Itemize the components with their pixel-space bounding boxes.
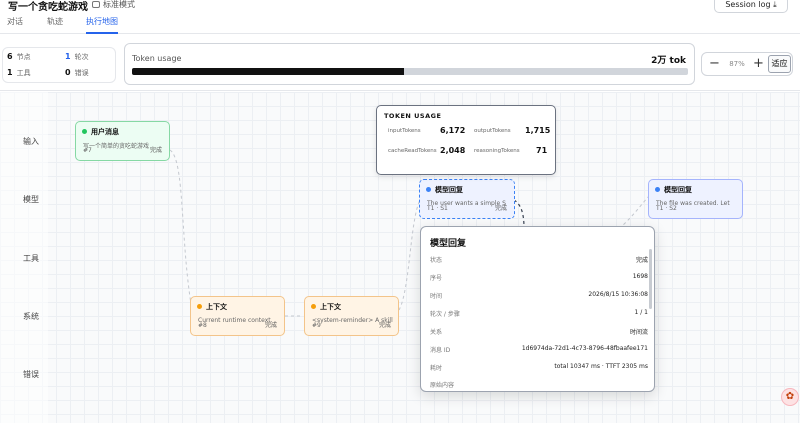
- node-detail-popup: 模型回复 状态 完成 序号 1698 时间 2026/8/15 10:36:08 轮次…: [420, 226, 655, 392]
- status-dot-icon: [197, 304, 202, 309]
- link-user-ctx1: [169, 149, 193, 311]
- node-id: #7: [83, 147, 92, 154]
- detail-title: 模型回复: [430, 239, 467, 249]
- status-dot-icon: [426, 187, 431, 192]
- detail-row-seq: 序号 1698: [430, 273, 648, 282]
- detail-scrollbar[interactable]: [649, 249, 652, 309]
- node-title: 模型回复: [655, 185, 692, 195]
- token-usage-card: TOKEN USAGE inputTokens 6,172 outputToke…: [376, 105, 556, 175]
- output-tokens-value: 1,715: [525, 126, 551, 135]
- detail-row-message-id: 消息 ID 1d6974da-72d1-4c73-8796-48fbaafee17…: [430, 345, 648, 354]
- node-status: 完成: [494, 205, 507, 212]
- cache-read-tokens-label: cacheReadTokens: [388, 148, 437, 154]
- detail-row-round-step: 轮次 / 步骤 1 / 1: [430, 309, 648, 318]
- status-dot-icon: [311, 304, 316, 309]
- detail-row-raw: 原始内容: [430, 382, 455, 389]
- node-status: 完成: [378, 322, 391, 329]
- node-status: 完成: [149, 147, 162, 154]
- node-status: 完成: [264, 322, 277, 329]
- link-ctx2-model1: [398, 199, 421, 311]
- detail-row-status: 状态 完成: [430, 257, 648, 264]
- reasoning-tokens-value: 71: [536, 146, 548, 155]
- detail-row-relation: 关系 时间流: [430, 329, 648, 336]
- cache-read-tokens-value: 2,048: [440, 146, 466, 155]
- detail-row-duration: 耗时 total 10347 ms · TTFT 2305 ms: [430, 363, 648, 372]
- node-model-reply-1[interactable]: 模型回复 The user wants a simple S T1 · S1 完…: [419, 179, 515, 219]
- status-dot-icon: [655, 187, 660, 192]
- input-tokens-value: 6,172: [440, 126, 466, 135]
- node-model-reply-2[interactable]: 模型回复 The file was created. Let T1 · S2: [648, 179, 743, 219]
- node-title: 模型回复: [426, 185, 463, 195]
- node-context-2[interactable]: 上下文 <system-reminder> A skill #9 完成: [304, 296, 399, 336]
- node-user-message[interactable]: 用户消息 写一个简单的贪吃蛇游戏 #7 完成: [75, 121, 170, 161]
- node-title: 上下文: [311, 302, 341, 312]
- output-tokens-label: outputTokens: [474, 128, 511, 134]
- node-context-1[interactable]: 上下文 Current runtime context. #8 完成: [190, 296, 285, 336]
- node-id: #8: [198, 322, 207, 329]
- detail-row-time: 时间 2026/8/15 10:36:08: [430, 291, 648, 300]
- node-desc: Current runtime context.: [198, 317, 273, 324]
- reasoning-tokens-label: reasoningTokens: [474, 148, 520, 154]
- node-title: 用户消息: [82, 127, 119, 137]
- input-tokens-label: inputTokens: [388, 128, 421, 134]
- status-dot-icon: [82, 129, 87, 134]
- assistant-icon[interactable]: ✿: [781, 388, 799, 406]
- app-root: 写一个贪吃蛇游戏 标准模式 Session log ⤓ 对话 轨迹 执行地图 6…: [0, 0, 800, 423]
- node-id: T1 · S1: [427, 205, 448, 212]
- node-title: 上下文: [197, 302, 227, 312]
- node-id: T1 · S2: [656, 205, 677, 212]
- node-desc: 写一个简单的贪吃蛇游戏: [83, 143, 150, 150]
- node-id: #9: [312, 322, 321, 329]
- token-card-title: TOKEN USAGE: [384, 112, 442, 120]
